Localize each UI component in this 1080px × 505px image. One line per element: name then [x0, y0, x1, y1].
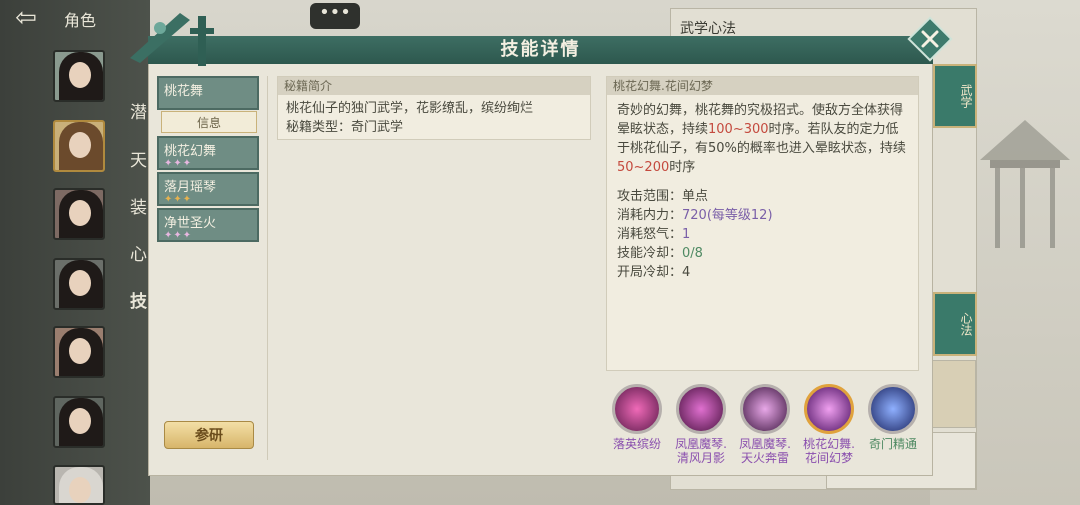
- skill-icon-label: 落英缤纷: [612, 437, 661, 451]
- side-tab[interactable]: 心: [130, 240, 147, 265]
- skill-icon[interactable]: 落英缤纷: [606, 384, 668, 451]
- phoenix-lute-icon: [740, 384, 790, 434]
- side-tab[interactable]: 潜: [130, 98, 147, 123]
- character-avatar[interactable]: [53, 465, 105, 505]
- skill-description: 奇妙的幻舞，桃花舞的究极招式。使敌方全体获得晕眩状态，持续100~300时序。若…: [617, 103, 906, 175]
- section-header: 秘籍简介: [278, 77, 590, 95]
- character-avatar[interactable]: [53, 326, 105, 378]
- skill-item[interactable]: 落月瑶琴 ✦✦✦: [157, 172, 259, 206]
- side-tab[interactable]: 装: [130, 193, 147, 218]
- manual-type-value: 奇门武学: [351, 120, 404, 135]
- skill-stars: ✦✦✦: [164, 230, 193, 241]
- martial-arts-title: 武学心法: [680, 21, 736, 37]
- duration-range: 100~300: [708, 122, 769, 137]
- character-avatar[interactable]: [53, 396, 105, 448]
- skill-item-selected[interactable]: 桃花舞: [157, 76, 259, 110]
- skill-name: 落月瑶琴: [164, 180, 217, 195]
- skill-icon[interactable]: 奇门精通: [862, 384, 924, 451]
- section-header: 桃花幻舞.花间幻梦: [607, 77, 918, 95]
- skill-stars: ✦✦✦: [164, 158, 193, 169]
- research-button[interactable]: 参研: [164, 421, 254, 449]
- page-title: 角色: [64, 11, 97, 30]
- skill-icon-label: 凤凰魔琴. 清风月影: [675, 437, 727, 465]
- skill-item[interactable]: 桃花幻舞 ✦✦✦: [157, 136, 259, 170]
- close-icon[interactable]: [907, 16, 953, 62]
- stat-row: 消耗内力：720(每等级12): [617, 208, 773, 223]
- divider: [267, 76, 268, 460]
- skill-stars: ✦✦✦: [164, 194, 193, 205]
- back-button[interactable]: ⇦: [6, 4, 46, 32]
- manual-type: 秘籍类型：奇门武学: [286, 118, 582, 137]
- skill-list: 桃花舞 信息 桃花幻舞 ✦✦✦ 落月瑶琴 ✦✦✦ 净世圣火 ✦✦✦ 参研: [157, 76, 261, 460]
- pavilion-illustration: [980, 120, 1070, 248]
- manual-intro-panel: 秘籍简介 桃花仙子的独门武学，花影缭乱，缤纷绚烂 秘籍类型：奇门武学: [277, 76, 591, 140]
- manual-type-label: 秘籍类型：: [286, 120, 352, 135]
- phoenix-lute-icon: [676, 384, 726, 434]
- peach-dance-icon: [804, 384, 854, 434]
- duration-range: 50~200: [617, 160, 670, 175]
- modal-title: 技能详情: [500, 39, 581, 60]
- skill-name: 净世圣火: [164, 216, 217, 231]
- skill-stats: 攻击范围：单点 消耗内力：720(每等级12) 消耗怒气：1 技能冷却：0/8 …: [607, 177, 918, 282]
- character-avatar[interactable]: [53, 188, 105, 240]
- chat-button[interactable]: •••: [310, 3, 360, 29]
- stat-row: 消耗怒气：1: [617, 227, 691, 242]
- petal-skill-icon: [612, 384, 662, 434]
- modal-header: 技能详情: [148, 36, 933, 64]
- skill-icon-label: 桃花幻舞. 花间幻梦: [803, 437, 855, 465]
- skill-icon-label: 凤凰魔琴. 天火奔雷: [739, 437, 791, 465]
- character-avatar[interactable]: [53, 50, 105, 102]
- skill-icon-row: 落英缤纷 凤凰魔琴. 清风月影 凤凰魔琴. 天火奔雷 桃花幻舞. 花间幻梦 奇门精通: [606, 384, 922, 470]
- stat-row: 技能冷却：0/8: [617, 246, 703, 261]
- side-tab[interactable]: 技: [130, 287, 147, 312]
- mind-method-tab[interactable]: 心法: [933, 292, 977, 356]
- skill-name: 桃花舞: [164, 84, 204, 99]
- manual-intro-text: 桃花仙子的独门武学，花影缭乱，缤纷绚烂: [286, 101, 534, 116]
- stat-row: 开局冷却：4: [617, 265, 691, 280]
- skill-icon-selected[interactable]: 桃花幻舞. 花间幻梦: [798, 384, 860, 465]
- trash-slot[interactable]: [932, 360, 976, 428]
- info-tab[interactable]: 信息: [161, 111, 257, 133]
- skill-icon-label: 奇门精通: [868, 437, 917, 451]
- character-avatar-selected[interactable]: [53, 120, 105, 172]
- character-avatar[interactable]: [53, 258, 105, 310]
- skill-icon[interactable]: 凤凰魔琴. 天火奔雷: [734, 384, 796, 465]
- mystic-mastery-icon: [868, 384, 918, 434]
- skill-icon[interactable]: 凤凰魔琴. 清风月影: [670, 384, 732, 465]
- skill-item[interactable]: 净世圣火 ✦✦✦: [157, 208, 259, 242]
- side-tab[interactable]: 天: [130, 146, 147, 171]
- sword-decoration-icon: [130, 13, 214, 66]
- skill-name: 桃花幻舞: [164, 144, 217, 159]
- stat-row: 攻击范围：单点: [617, 189, 709, 204]
- skill-detail-panel: 桃花幻舞.花间幻梦 奇妙的幻舞，桃花舞的究极招式。使敌方全体获得晕眩状态，持续1…: [606, 76, 919, 371]
- martial-arts-tab[interactable]: 武学: [933, 64, 977, 128]
